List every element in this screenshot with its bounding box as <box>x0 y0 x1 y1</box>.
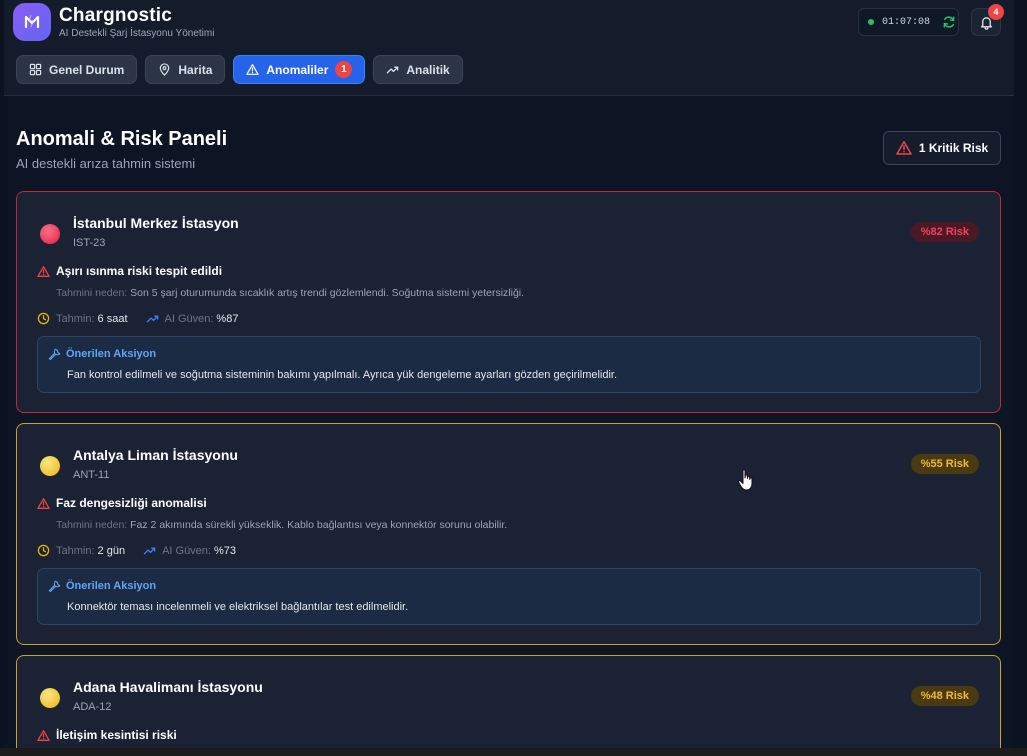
app-window: Chargnostic AI Destekli Şarj İstasyonu Y… <box>4 0 1014 756</box>
wrench-icon <box>48 580 60 592</box>
action-title: Önerilen Aksiyon <box>48 348 156 360</box>
station-code: ANT-11 <box>73 469 110 481</box>
anomaly-card[interactable]: Antalya Liman İstasyonu ANT-11 %55 Risk … <box>16 423 1001 645</box>
anomaly-reason: Tahmini neden: Faz 2 akımında sürekli yü… <box>56 519 508 531</box>
anomaly-card[interactable]: Adana Havalimanı İstasyonu ADA-12 %48 Ri… <box>16 655 1001 756</box>
notification-count-badge: 4 <box>988 4 1004 20</box>
tab-label: Analitik <box>406 62 450 77</box>
anomaly-title: Aşırı ısınma riski tespit edildi <box>37 264 222 278</box>
prediction-eta: 2 gün <box>97 544 126 557</box>
risk-level-dot <box>40 224 60 244</box>
map-pin-icon <box>160 63 170 76</box>
risk-level-dot <box>40 456 60 476</box>
top-bar: Chargnostic AI Destekli Şarj İstasyonu Y… <box>4 0 1014 96</box>
tab-label: Genel Durum <box>49 62 125 77</box>
station-code: ADA-12 <box>73 701 112 713</box>
refresh-icon[interactable] <box>942 15 956 29</box>
risk-badge: %48 Risk <box>910 686 979 706</box>
station-name: Antalya Liman İstasyonu <box>73 447 238 463</box>
tab-label: Harita <box>178 62 213 77</box>
station-name: İstanbul Merkez İstasyon <box>73 215 239 231</box>
warning-icon <box>246 64 260 75</box>
risk-level-dot <box>40 688 60 708</box>
app-subtitle: AI Destekli Şarj İstasyonu Yönetimi <box>59 28 215 39</box>
app-title: Chargnostic <box>59 5 173 26</box>
notifications-button[interactable]: 4 <box>971 4 1004 36</box>
warning-icon <box>37 497 50 509</box>
live-status-dot <box>868 19 874 25</box>
tab-genel-durum[interactable]: Genel Durum <box>16 55 138 84</box>
warning-icon <box>896 141 912 155</box>
clock-time: 01:07:08 <box>882 16 931 28</box>
trend-icon <box>387 66 399 74</box>
brand[interactable]: Chargnostic AI Destekli Şarj İstasyonu Y… <box>13 3 214 41</box>
anomaly-card[interactable]: İstanbul Merkez İstasyon IST-23 %82 Risk… <box>16 191 1001 413</box>
critical-risk-button[interactable]: 1 Kritik Risk <box>883 131 1001 165</box>
tab-label: Anomaliler <box>266 62 329 77</box>
anomaly-title: Faz dengesizliği anomalisi <box>37 496 207 510</box>
tab-analitik[interactable]: Analitik <box>373 55 463 84</box>
action-text: Konnektör teması incelenmeli ve elektrik… <box>67 601 409 613</box>
warning-icon <box>37 729 50 741</box>
anomaly-reason: Tahmini neden: Son 5 şarj oturumunda sıc… <box>56 287 525 299</box>
tab-harita[interactable]: Harita <box>145 55 226 84</box>
prediction-eta: 6 saat <box>97 312 128 325</box>
action-title: Önerilen Aksiyon <box>48 580 156 592</box>
prediction-meta: Tahmin: 6 saat AI Güven: %87 <box>37 312 238 325</box>
clock-icon <box>37 544 50 557</box>
prediction-meta: Tahmin: 2 gün AI Güven: %73 <box>37 544 236 557</box>
live-clock: 01:07:08 <box>858 8 959 36</box>
risk-badge: %55 Risk <box>910 454 979 474</box>
ai-confidence: %73 <box>213 544 237 557</box>
trend-icon <box>143 547 156 555</box>
trend-icon <box>146 315 158 323</box>
recommended-action: Önerilen Aksiyon Konnektör teması incele… <box>37 568 981 625</box>
recommended-action: Önerilen Aksiyon Fan kontrol edilmeli ve… <box>37 336 981 393</box>
main-tabs: Genel Durum Harita Anomaliler 1 Analitik <box>16 55 471 84</box>
clock-icon <box>37 312 50 325</box>
critical-risk-label: 1 Kritik Risk <box>918 141 989 155</box>
station-name: Adana Havalimanı İstasyonu <box>73 679 263 695</box>
grid-icon <box>29 63 42 76</box>
tab-anomaliler[interactable]: Anomaliler 1 <box>233 55 366 84</box>
bottom-strip <box>0 748 1027 756</box>
anomaly-count-badge: 1 <box>335 61 353 78</box>
warning-icon <box>37 265 50 277</box>
station-code: IST-23 <box>73 237 106 249</box>
action-text: Fan kontrol edilmeli ve soğutma sistemin… <box>67 369 618 381</box>
risk-badge: %82 Risk <box>910 222 979 242</box>
page-title: Anomali & Risk Paneli <box>16 128 228 150</box>
anomaly-title: İletişim kesintisi riski <box>37 728 177 742</box>
wrench-icon <box>48 348 60 360</box>
page-subtitle: AI destekli arıza tahmin sistemi <box>16 156 196 171</box>
hand-cursor-icon <box>737 469 753 491</box>
app-logo-icon <box>13 3 51 41</box>
ai-confidence: %87 <box>216 312 239 325</box>
